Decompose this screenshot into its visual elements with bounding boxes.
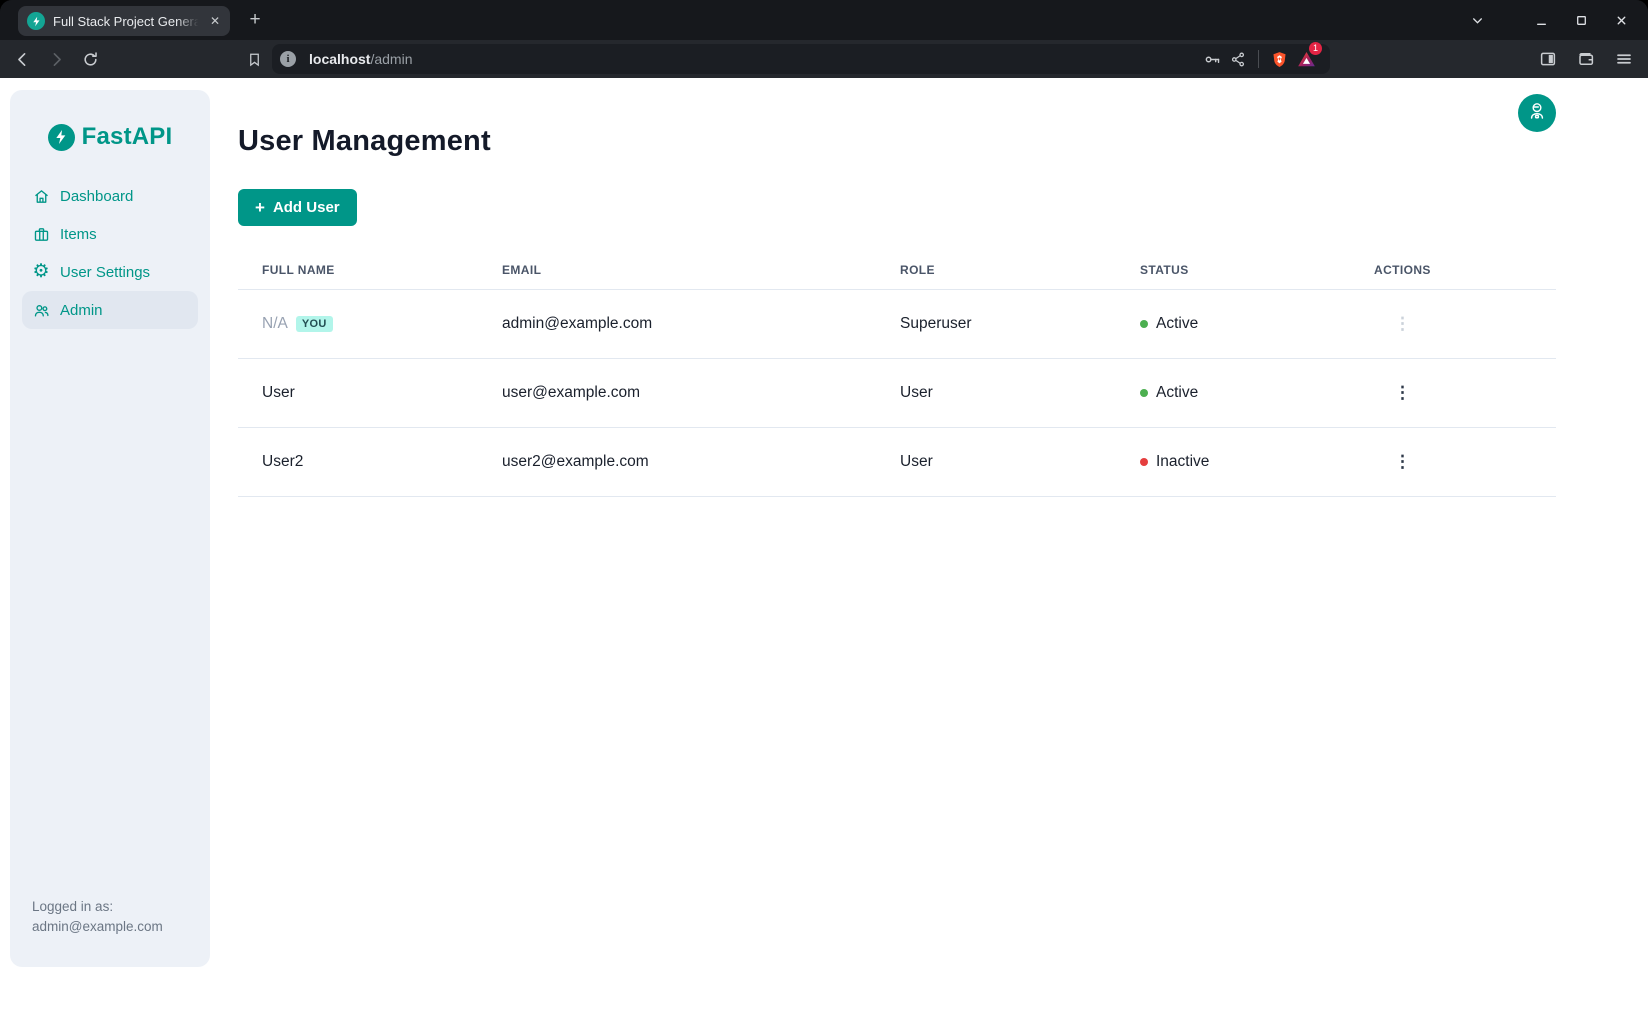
sidebar-item-dashboard[interactable]: Dashboard	[22, 177, 198, 215]
sidebar-item-label: Items	[60, 226, 97, 243]
tab-search-chevron-icon[interactable]	[1464, 7, 1490, 33]
logged-in-info: Logged in as: admin@example.com	[32, 897, 163, 937]
rewards-notification-badge: 1	[1309, 42, 1322, 55]
cell-status: Active	[1116, 384, 1350, 402]
page-content: FastAPI Dashboard Items ⚙ User	[0, 78, 1648, 1025]
page-title: User Management	[238, 125, 1556, 158]
status-dot	[1140, 458, 1148, 466]
site-info-icon[interactable]: i	[280, 51, 296, 67]
sidebar-item-admin[interactable]: Admin	[22, 291, 198, 329]
brave-shield-icon[interactable]	[1266, 46, 1292, 72]
home-icon	[32, 187, 50, 205]
sidebar-item-user-settings[interactable]: ⚙ User Settings	[22, 253, 198, 291]
fastapi-bolt-icon	[48, 124, 75, 151]
fastapi-logo: FastAPI	[10, 123, 210, 151]
user-astronaut-icon	[1527, 101, 1547, 126]
row-actions-menu-icon[interactable]: ⋮	[1350, 457, 1556, 467]
you-badge: YOU	[296, 316, 333, 332]
fastapi-favicon-icon	[27, 12, 45, 30]
col-header-email: EMAIL	[478, 263, 876, 277]
cell-role: User	[876, 453, 1116, 471]
url-path: /admin	[370, 51, 412, 67]
logged-in-label: Logged in as:	[32, 897, 163, 917]
sidebar: FastAPI Dashboard Items ⚙ User	[10, 90, 210, 967]
share-icon[interactable]	[1225, 46, 1251, 72]
tab-strip: Full Stack Project Genera ✕ +	[0, 0, 1648, 40]
forward-icon[interactable]	[42, 45, 70, 73]
url-host: localhost	[309, 51, 370, 67]
cell-full-name: User	[238, 384, 478, 402]
window-controls	[1464, 0, 1648, 40]
gear-icon: ⚙	[32, 263, 50, 281]
brave-rewards-icon[interactable]: 1	[1292, 45, 1320, 73]
bookmark-icon[interactable]	[240, 45, 268, 73]
sidebar-panel-icon[interactable]	[1534, 45, 1562, 73]
tab-close-icon[interactable]: ✕	[207, 13, 223, 29]
new-tab-button[interactable]: +	[244, 9, 266, 31]
table-header-row: FULL NAME EMAIL ROLE STATUS ACTIONS	[238, 250, 1556, 290]
toolbar-right-icons	[1534, 40, 1638, 78]
status-dot	[1140, 320, 1148, 328]
cell-status: Active	[1116, 315, 1350, 333]
table-row: N/A YOU admin@example.com Superuser Acti…	[238, 290, 1556, 359]
briefcase-icon	[32, 225, 50, 243]
back-icon[interactable]	[8, 45, 36, 73]
url-bar[interactable]: i localhost/admin 1	[272, 44, 1330, 74]
add-user-label: Add User	[273, 199, 340, 216]
col-header-full-name: FULL NAME	[238, 263, 478, 277]
main-area: User Management + Add User FULL NAME EMA…	[238, 78, 1556, 1025]
sidebar-item-label: Dashboard	[60, 188, 133, 205]
cell-status: Inactive	[1116, 453, 1350, 471]
plus-icon: +	[255, 198, 265, 218]
close-window-icon[interactable]	[1608, 7, 1634, 33]
row-actions-menu-icon: ⋮	[1350, 319, 1556, 329]
user-menu-button[interactable]	[1518, 94, 1556, 132]
logo-text: FastAPI	[82, 123, 173, 151]
sidebar-nav: Dashboard Items ⚙ User Settings Admi	[10, 177, 210, 329]
browser-tab[interactable]: Full Stack Project Genera ✕	[18, 6, 230, 36]
toolbar-divider	[1258, 50, 1259, 68]
col-header-role: ROLE	[876, 263, 1116, 277]
users-table: FULL NAME EMAIL ROLE STATUS ACTIONS N/A …	[238, 250, 1556, 497]
sidebar-item-label: User Settings	[60, 264, 150, 281]
logged-in-email: admin@example.com	[32, 917, 163, 937]
reload-icon[interactable]	[76, 45, 104, 73]
cell-email: user@example.com	[478, 384, 876, 402]
row-actions-menu-icon[interactable]: ⋮	[1350, 388, 1556, 398]
sidebar-item-items[interactable]: Items	[22, 215, 198, 253]
users-icon	[32, 301, 50, 319]
col-header-actions: ACTIONS	[1350, 263, 1556, 277]
tab-title-fade	[176, 6, 204, 36]
add-user-button[interactable]: + Add User	[238, 189, 357, 226]
browser-window: Full Stack Project Genera ✕ +	[0, 0, 1648, 1025]
browser-toolbar: i localhost/admin 1	[0, 40, 1648, 78]
menu-hamburger-icon[interactable]	[1610, 45, 1638, 73]
maximize-icon[interactable]	[1568, 7, 1594, 33]
table-row: User user@example.com User Active ⋮	[238, 359, 1556, 428]
cell-role: Superuser	[876, 315, 1116, 333]
col-header-status: STATUS	[1116, 263, 1350, 277]
wallet-icon[interactable]	[1572, 45, 1600, 73]
cell-full-name: N/A YOU	[238, 315, 478, 333]
cell-role: User	[876, 384, 1116, 402]
password-key-icon[interactable]	[1199, 46, 1225, 72]
minimize-icon[interactable]	[1528, 7, 1554, 33]
table-row: User2 user2@example.com User Inactive ⋮	[238, 428, 1556, 497]
sidebar-item-label: Admin	[60, 302, 103, 319]
status-dot	[1140, 389, 1148, 397]
url-text[interactable]: localhost/admin	[309, 51, 413, 67]
cell-email: user2@example.com	[478, 453, 876, 471]
cell-full-name: User2	[238, 453, 478, 471]
cell-email: admin@example.com	[478, 315, 876, 333]
